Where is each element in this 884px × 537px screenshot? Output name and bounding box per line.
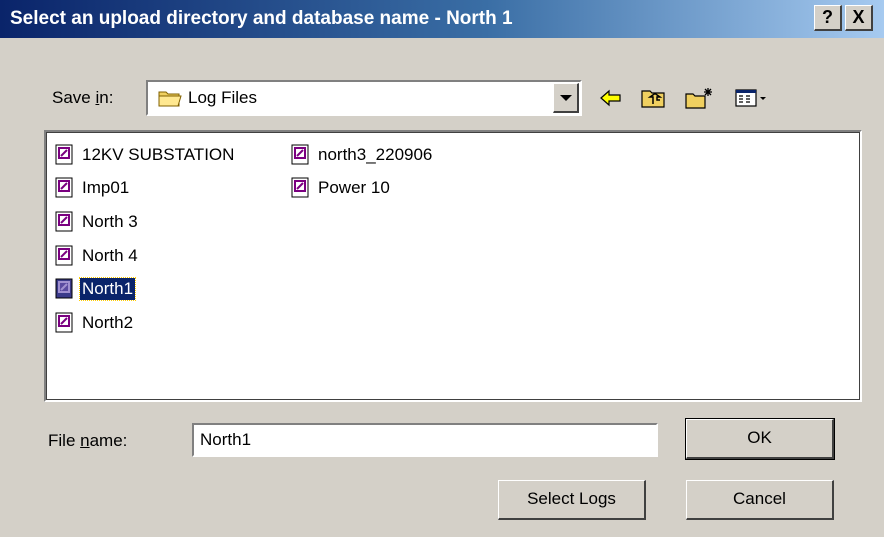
save-in-value: Log Files <box>188 88 257 107</box>
new-folder-icon[interactable] <box>684 86 716 110</box>
title-bar[interactable]: Select an upload directory and database … <box>0 0 884 38</box>
chevron-down-icon <box>560 95 572 101</box>
database-file-icon <box>54 211 76 233</box>
view-menu-icon[interactable] <box>734 86 768 110</box>
database-file-icon <box>290 144 312 166</box>
database-file-icon <box>290 177 312 199</box>
help-button[interactable]: ? <box>814 5 842 31</box>
file-list[interactable]: 12KV SUBSTATION Imp01 North 3 North 4 No… <box>44 130 862 402</box>
window-title: Select an upload directory and database … <box>10 8 513 29</box>
file-name-input[interactable] <box>192 423 658 457</box>
select-logs-button[interactable]: Select Logs <box>498 480 646 520</box>
database-file-icon <box>54 278 76 300</box>
database-file-icon <box>54 144 76 166</box>
file-name-label: File name: <box>48 431 128 450</box>
ok-button[interactable]: OK <box>685 418 835 460</box>
save-in-label: Save in: <box>52 88 114 107</box>
cancel-button[interactable]: Cancel <box>686 480 834 520</box>
up-folder-icon[interactable] <box>640 86 668 110</box>
database-file-icon <box>54 312 76 334</box>
folder-icon <box>158 88 182 113</box>
database-file-icon <box>54 177 76 199</box>
save-in-dropdown-button[interactable] <box>553 83 579 113</box>
close-button[interactable]: X <box>845 5 873 31</box>
database-file-icon <box>54 245 76 267</box>
save-in-combobox[interactable]: Log Files <box>146 80 582 116</box>
back-arrow-icon[interactable] <box>598 86 624 110</box>
